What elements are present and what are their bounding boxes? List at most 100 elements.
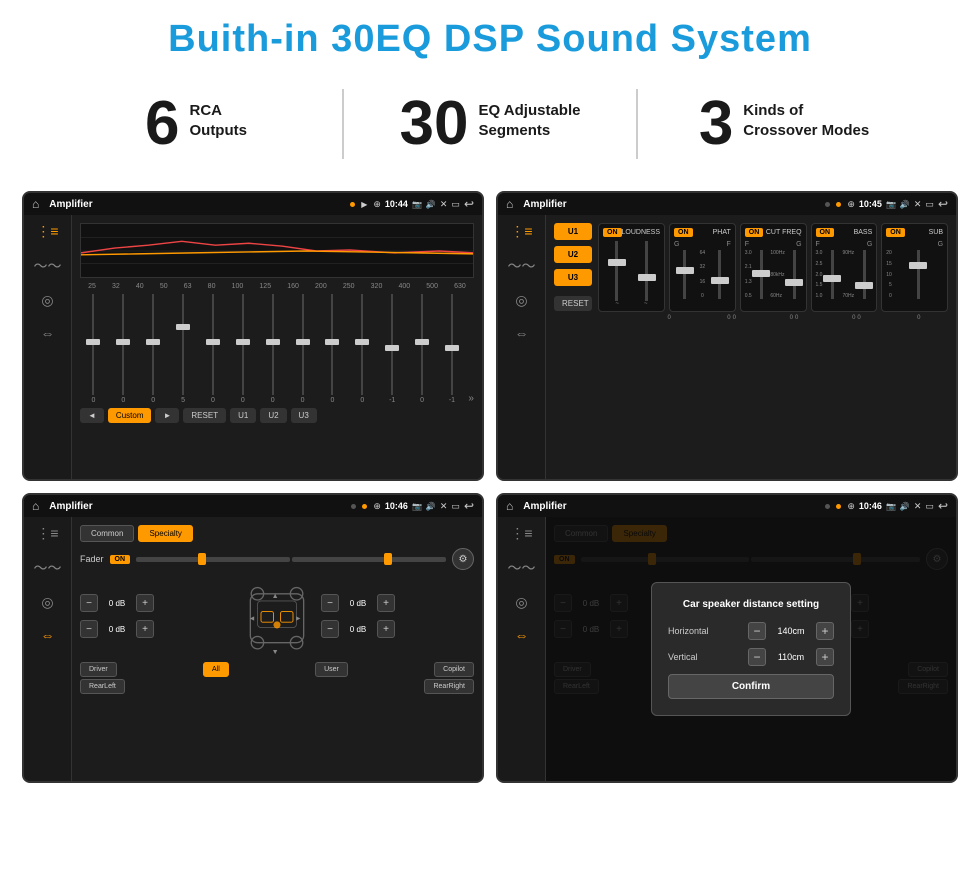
back-icon-3[interactable]: ↩ — [464, 499, 474, 513]
rr-plus[interactable]: + — [377, 620, 395, 638]
eq-slider-9[interactable]: 0 — [349, 294, 376, 404]
eq-icon-3[interactable]: ⋮≡ — [36, 525, 58, 542]
eq-slider-7[interactable]: 0 — [289, 294, 316, 404]
user-btn[interactable]: User — [315, 662, 348, 677]
eq-slider-10[interactable]: -1 — [379, 294, 406, 404]
sidebar-2: ⋮≡ 〜〜 ◎ ⇔ — [498, 215, 546, 479]
eq-slider-8[interactable]: 0 — [319, 294, 346, 404]
rr-minus[interactable]: − — [321, 620, 339, 638]
status-bar-2: ⌂ Amplifier ⊕ 10:45 📷 🔊 ✕ ▭ ↩ — [498, 193, 956, 215]
u2-btn-1[interactable]: U2 — [260, 408, 286, 423]
common-tab[interactable]: Common — [80, 525, 134, 542]
arrows-icon-3[interactable]: ⇔ — [41, 627, 55, 643]
reset-crossover[interactable]: RESET — [554, 296, 592, 311]
fader-footer-2: RearLeft RearRight — [80, 679, 474, 694]
screen3-title: Amplifier — [49, 501, 345, 512]
eq-slider-11[interactable]: 0 — [409, 294, 436, 404]
speaker-icon-1[interactable]: ◎ — [41, 292, 53, 309]
cutfreq-bottom: 00 — [765, 315, 823, 321]
arrows-icon-2[interactable]: ⇔ — [515, 325, 529, 341]
screen-crossover: ⌂ Amplifier ⊕ 10:45 📷 🔊 ✕ ▭ ↩ ⋮≡ 〜〜 — [496, 191, 958, 481]
sub-on[interactable]: ON — [886, 228, 905, 237]
specialty-tab[interactable]: Specialty — [138, 525, 192, 542]
rl-speaker-row: − 0 dB + — [80, 620, 233, 638]
u1-preset[interactable]: U1 — [554, 223, 592, 240]
expand-icon[interactable]: » — [468, 393, 474, 404]
eq-slider-2[interactable]: 0 — [140, 294, 167, 404]
vertical-minus-btn[interactable]: − — [748, 648, 766, 666]
bass-on[interactable]: ON — [816, 228, 835, 237]
wave-icon[interactable]: 〜〜 — [34, 256, 62, 276]
vertical-label: Vertical — [668, 652, 698, 662]
eq-icon-4[interactable]: ⋮≡ — [510, 525, 532, 542]
home-icon-1[interactable]: ⌂ — [32, 197, 39, 211]
rl-minus[interactable]: − — [80, 620, 98, 638]
speaker-icon-2[interactable]: ◎ — [515, 292, 527, 309]
confirm-button[interactable]: Confirm — [668, 674, 834, 699]
driver-btn[interactable]: Driver — [80, 662, 117, 677]
copilot-btn[interactable]: Copilot — [434, 662, 474, 677]
bass-bottom: 00 — [827, 315, 885, 321]
vertical-plus-btn[interactable]: + — [816, 648, 834, 666]
back-icon-4[interactable]: ↩ — [938, 499, 948, 513]
reset-btn-1[interactable]: RESET — [183, 408, 226, 423]
sub-panel: ON SUB G 2 — [881, 223, 948, 312]
rearleft-btn[interactable]: RearLeft — [80, 679, 125, 694]
back-icon-1[interactable]: ↩ — [464, 197, 474, 211]
wave-icon-2[interactable]: 〜〜 — [508, 256, 536, 276]
arrows-icon-1[interactable]: ⇔ — [41, 325, 55, 341]
u1-btn-1[interactable]: U1 — [230, 408, 256, 423]
horizontal-minus-btn[interactable]: − — [748, 622, 766, 640]
prev-preset-btn[interactable]: ◄ — [80, 408, 104, 423]
fader-h-slider[interactable] — [136, 557, 290, 562]
home-icon-4[interactable]: ⌂ — [506, 499, 513, 513]
wave-icon-3[interactable]: 〜〜 — [34, 558, 62, 578]
fl-minus[interactable]: − — [80, 594, 98, 612]
wave-icon-4[interactable]: 〜〜 — [508, 558, 536, 578]
all-btn[interactable]: All — [203, 662, 229, 677]
rl-value: 0 dB — [102, 625, 132, 634]
status-dot-2b — [836, 202, 841, 207]
next-preset-btn[interactable]: ► — [155, 408, 179, 423]
cutfreq-on[interactable]: ON — [745, 228, 764, 237]
phat-content: GF 6432160 — [674, 241, 731, 301]
screen-fader: ⌂ Amplifier ⊕ 10:46 📷 🔊 ✕ ▭ ↩ ⋮≡ 〜〜 — [22, 493, 484, 783]
pin-icon-1: ⊕ — [373, 199, 381, 210]
status-icons-1: ⊕ 10:44 📷 🔊 ✕ ▭ ↩ — [373, 197, 474, 211]
home-icon-2[interactable]: ⌂ — [506, 197, 513, 211]
fr-minus[interactable]: − — [321, 594, 339, 612]
eq-slider-1[interactable]: 0 — [110, 294, 137, 404]
eq-slider-5[interactable]: 0 — [229, 294, 256, 404]
eq-icon-2[interactable]: ⋮≡ — [510, 223, 532, 240]
fader-settings-icon[interactable]: ⚙ — [452, 548, 474, 570]
eq-slider-12[interactable]: -1 — [439, 294, 466, 404]
fader-on-badge[interactable]: ON — [110, 555, 131, 564]
fl-plus[interactable]: + — [136, 594, 154, 612]
screen1-title: Amplifier — [49, 199, 344, 210]
horizontal-plus-btn[interactable]: + — [816, 622, 834, 640]
eq-slider-3[interactable]: 5 — [170, 294, 197, 404]
eq-slider-4[interactable]: 0 — [200, 294, 227, 404]
fr-plus[interactable]: + — [377, 594, 395, 612]
screen3-body: ⋮≡ 〜〜 ◎ ⇔ Common Specialty Fader ON — [24, 517, 482, 781]
custom-preset-btn[interactable]: Custom — [108, 408, 152, 423]
back-icon-2[interactable]: ↩ — [938, 197, 948, 211]
sidebar-3: ⋮≡ 〜〜 ◎ ⇔ — [24, 517, 72, 781]
arrows-icon-4[interactable]: ⇔ — [515, 627, 529, 643]
u3-preset[interactable]: U3 — [554, 269, 592, 286]
home-icon-3[interactable]: ⌂ — [32, 499, 39, 513]
fader-h-slider-2[interactable] — [292, 557, 446, 562]
eq-slider-6[interactable]: 0 — [259, 294, 286, 404]
u3-btn-1[interactable]: U3 — [291, 408, 317, 423]
rl-plus[interactable]: + — [136, 620, 154, 638]
status-icons-2: ⊕ 10:45 📷 🔊 ✕ ▭ ↩ — [847, 197, 948, 211]
rearright-btn[interactable]: RearRight — [424, 679, 474, 694]
phat-on[interactable]: ON — [674, 228, 693, 237]
loudness-on[interactable]: ON — [603, 228, 622, 237]
speaker-icon-3[interactable]: ◎ — [41, 594, 53, 611]
speaker-icon-4[interactable]: ◎ — [515, 594, 527, 611]
eq-slider-0[interactable]: 0 — [80, 294, 107, 404]
eq-settings-icon[interactable]: ⋮≡ — [36, 223, 58, 240]
page-title: Buith-in 30EQ DSP Sound System — [0, 0, 980, 71]
u2-preset[interactable]: U2 — [554, 246, 592, 263]
